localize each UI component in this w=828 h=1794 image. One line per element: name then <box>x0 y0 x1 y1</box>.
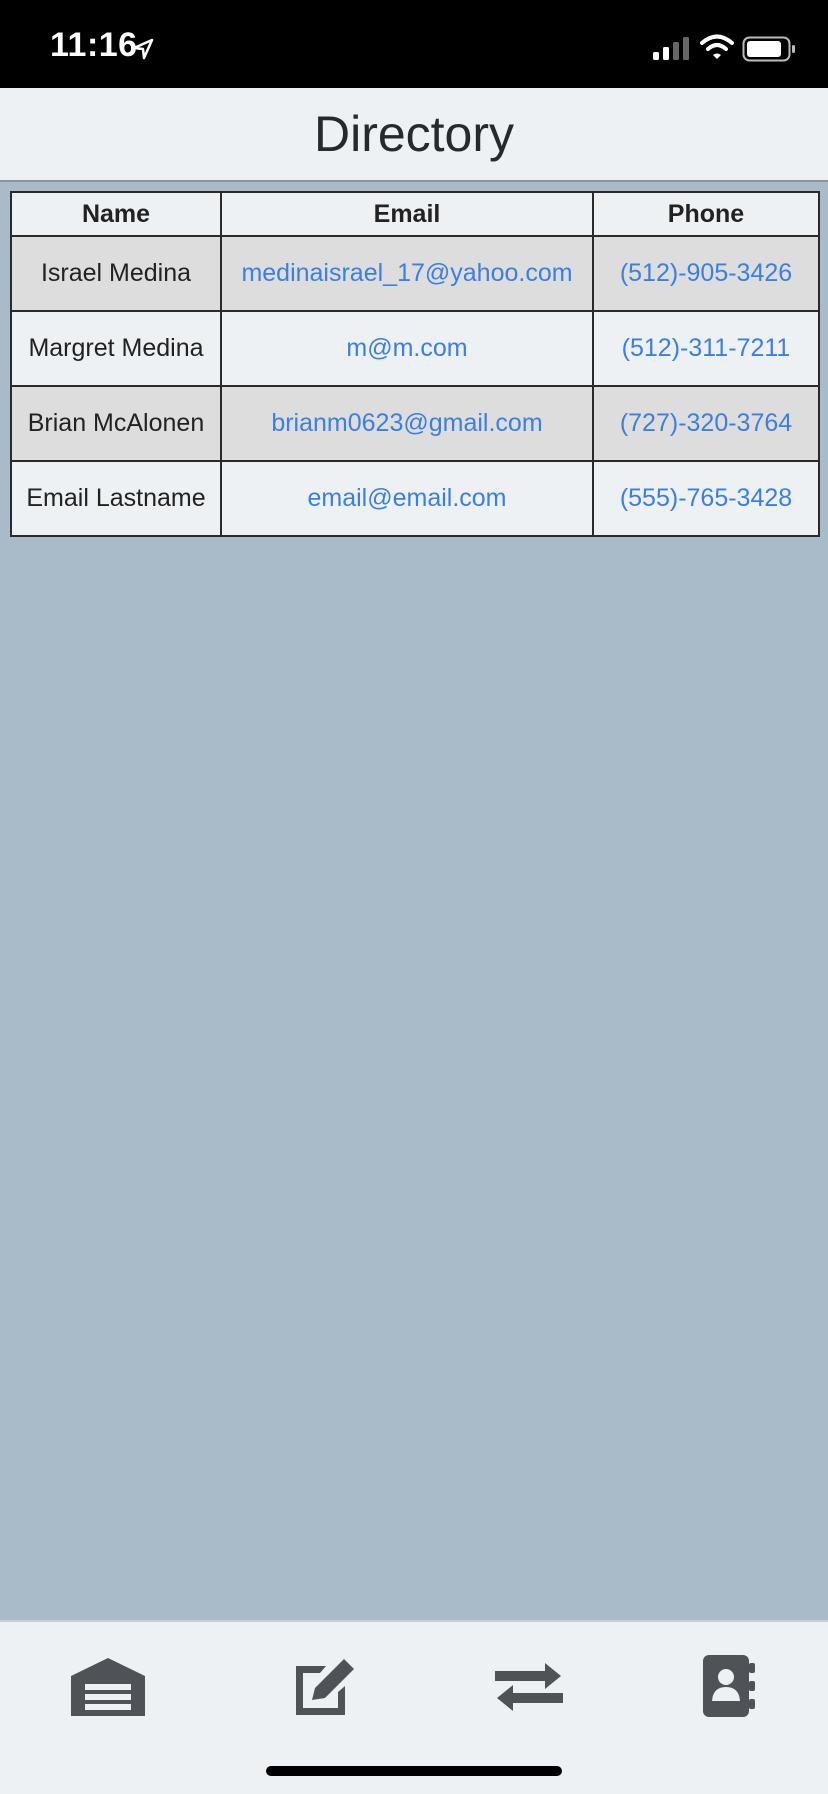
table-row: Israel Medina medinaisrael_17@yahoo.com … <box>10 235 820 312</box>
wifi-icon <box>700 34 734 65</box>
email-link[interactable]: brianm0623@gmail.com <box>220 385 594 462</box>
header: Directory <box>0 88 828 182</box>
status-time: 11:16 <box>50 26 138 64</box>
table-row: Brian McAlonen brianm0623@gmail.com (727… <box>10 385 820 462</box>
battery-icon <box>742 36 796 67</box>
warehouse-icon <box>71 1656 145 1721</box>
email-link[interactable]: m@m.com <box>220 310 594 387</box>
exchange-icon <box>495 1661 563 1716</box>
table-row: Margret Medina m@m.com (512)-311-7211 <box>10 310 820 387</box>
column-header-email: Email <box>220 191 594 237</box>
contact-name: Brian McAlonen <box>10 385 222 462</box>
email-link[interactable]: medinaisrael_17@yahoo.com <box>220 235 594 312</box>
tab-directory[interactable] <box>683 1648 773 1728</box>
contact-name: Email Lastname <box>10 460 222 537</box>
page-title: Directory <box>313 106 515 162</box>
tab-edit[interactable] <box>279 1648 369 1728</box>
column-header-name: Name <box>10 191 222 237</box>
phone-link[interactable]: (512)-311-7211 <box>592 310 820 387</box>
directory-table: Name Email Phone Israel Medina medinaisr… <box>10 191 820 537</box>
phone-link[interactable]: (512)-905-3426 <box>592 235 820 312</box>
table-header-row: Name Email Phone <box>10 191 820 237</box>
column-header-phone: Phone <box>592 191 820 237</box>
phone-link[interactable]: (727)-320-3764 <box>592 385 820 462</box>
edit-icon <box>290 1656 358 1721</box>
contact-name: Margret Medina <box>10 310 222 387</box>
phone-link[interactable]: (555)-765-3428 <box>592 460 820 537</box>
tab-exchange[interactable] <box>484 1648 574 1728</box>
table-row: Email Lastname email@email.com (555)-765… <box>10 460 820 537</box>
address-book-icon <box>701 1654 755 1722</box>
email-link[interactable]: email@email.com <box>220 460 594 537</box>
location-arrow-icon <box>132 38 154 65</box>
home-indicator <box>266 1766 562 1776</box>
cellular-signal-icon <box>652 36 692 65</box>
status-bar: 11:16 <box>0 0 828 88</box>
tab-warehouse[interactable] <box>63 1648 153 1728</box>
contact-name: Israel Medina <box>10 235 222 312</box>
